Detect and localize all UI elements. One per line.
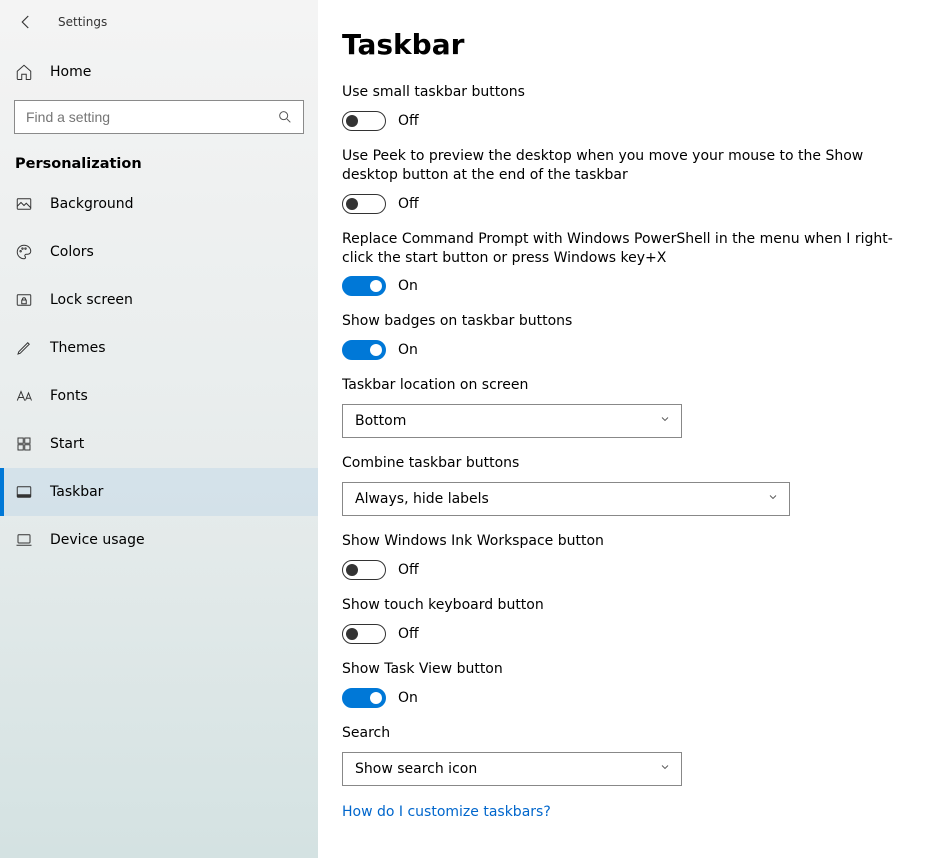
image-icon bbox=[15, 195, 33, 213]
toggle-peek-preview[interactable] bbox=[342, 194, 386, 214]
setting-powershell-replace: Replace Command Prompt with Windows Powe… bbox=[342, 230, 902, 297]
dropdown-value: Show search icon bbox=[355, 761, 477, 777]
chevron-down-icon bbox=[659, 761, 671, 777]
dropdown-value: Bottom bbox=[355, 413, 406, 429]
setting-label: Show touch keyboard button bbox=[342, 596, 902, 615]
palette-icon bbox=[15, 243, 33, 261]
search-input-wrapper bbox=[14, 100, 304, 134]
page-title: Taskbar bbox=[342, 28, 939, 61]
help-link-customize[interactable]: How do I customize taskbars? bbox=[342, 804, 939, 820]
sidebar-item-start[interactable]: Start bbox=[0, 420, 318, 468]
toggle-state-label: On bbox=[398, 278, 418, 294]
sidebar-item-background[interactable]: Background bbox=[0, 180, 318, 228]
home-icon bbox=[15, 63, 33, 81]
sidebar-item-label: Start bbox=[50, 436, 84, 452]
toggle-touch-keyboard[interactable] bbox=[342, 624, 386, 644]
toggle-state-label: On bbox=[398, 342, 418, 358]
chevron-down-icon bbox=[659, 413, 671, 429]
toggle-powershell-replace[interactable] bbox=[342, 276, 386, 296]
setting-small-buttons: Use small taskbar buttons Off bbox=[342, 83, 902, 131]
sidebar-home-label: Home bbox=[50, 64, 91, 80]
start-icon bbox=[15, 435, 33, 453]
search-icon bbox=[277, 109, 293, 125]
sidebar-item-label: Colors bbox=[50, 244, 94, 260]
lockscreen-icon bbox=[15, 291, 33, 309]
taskbar-icon bbox=[15, 483, 33, 501]
chevron-down-icon bbox=[767, 491, 779, 507]
sidebar-item-label: Lock screen bbox=[50, 292, 133, 308]
setting-label: Taskbar location on screen bbox=[342, 376, 902, 395]
fonts-icon bbox=[15, 387, 33, 405]
toggle-task-view[interactable] bbox=[342, 688, 386, 708]
setting-label: Use Peek to preview the desktop when you… bbox=[342, 147, 902, 185]
setting-label: Show Task View button bbox=[342, 660, 902, 679]
dropdown-taskbar-location[interactable]: Bottom bbox=[342, 404, 682, 438]
window-title: Settings bbox=[58, 15, 107, 29]
sidebar-section-title: Personalization bbox=[0, 134, 318, 180]
setting-label: Replace Command Prompt with Windows Powe… bbox=[342, 230, 902, 268]
setting-search-mode: Search Show search icon bbox=[342, 724, 902, 786]
sidebar-item-themes[interactable]: Themes bbox=[0, 324, 318, 372]
setting-ink-workspace: Show Windows Ink Workspace button Off bbox=[342, 532, 902, 580]
sidebar-home[interactable]: Home bbox=[0, 50, 318, 94]
setting-label: Search bbox=[342, 724, 902, 743]
toggle-ink-workspace[interactable] bbox=[342, 560, 386, 580]
sidebar-item-device-usage[interactable]: Device usage bbox=[0, 516, 318, 564]
sidebar-item-colors[interactable]: Colors bbox=[0, 228, 318, 276]
toggle-state-label: Off bbox=[398, 562, 419, 578]
toggle-show-badges[interactable] bbox=[342, 340, 386, 360]
setting-label: Combine taskbar buttons bbox=[342, 454, 902, 473]
dropdown-combine-buttons[interactable]: Always, hide labels bbox=[342, 482, 790, 516]
search-input[interactable] bbox=[26, 109, 269, 125]
toggle-state-label: On bbox=[398, 690, 418, 706]
sidebar-item-lock-screen[interactable]: Lock screen bbox=[0, 276, 318, 324]
pencil-icon bbox=[15, 339, 33, 357]
sidebar-item-label: Device usage bbox=[50, 532, 145, 548]
toggle-state-label: Off bbox=[398, 196, 419, 212]
setting-label: Show badges on taskbar buttons bbox=[342, 312, 902, 331]
toggle-small-buttons[interactable] bbox=[342, 111, 386, 131]
sidebar-item-label: Taskbar bbox=[50, 484, 103, 500]
laptop-icon bbox=[15, 531, 33, 549]
dropdown-search-mode[interactable]: Show search icon bbox=[342, 752, 682, 786]
setting-combine-buttons: Combine taskbar buttons Always, hide labe… bbox=[342, 454, 902, 516]
main-panel: Taskbar Use small taskbar buttonsOffUse … bbox=[318, 0, 939, 858]
setting-label: Show Windows Ink Workspace button bbox=[342, 532, 902, 551]
sidebar-item-fonts[interactable]: Fonts bbox=[0, 372, 318, 420]
sidebar: Settings Home Personalization Background… bbox=[0, 0, 318, 858]
setting-task-view: Show Task View button On bbox=[342, 660, 902, 708]
setting-label: Use small taskbar buttons bbox=[342, 83, 902, 102]
sidebar-item-taskbar[interactable]: Taskbar bbox=[0, 468, 318, 516]
setting-touch-keyboard: Show touch keyboard button Off bbox=[342, 596, 902, 644]
sidebar-item-label: Fonts bbox=[50, 388, 88, 404]
setting-peek-preview: Use Peek to preview the desktop when you… bbox=[342, 147, 902, 214]
setting-show-badges: Show badges on taskbar buttons On bbox=[342, 312, 902, 360]
sidebar-item-label: Background bbox=[50, 196, 134, 212]
toggle-state-label: Off bbox=[398, 626, 419, 642]
toggle-state-label: Off bbox=[398, 113, 419, 129]
sidebar-item-label: Themes bbox=[50, 340, 106, 356]
dropdown-value: Always, hide labels bbox=[355, 491, 489, 507]
setting-taskbar-location: Taskbar location on screen Bottom bbox=[342, 376, 902, 438]
back-button[interactable] bbox=[16, 12, 36, 32]
